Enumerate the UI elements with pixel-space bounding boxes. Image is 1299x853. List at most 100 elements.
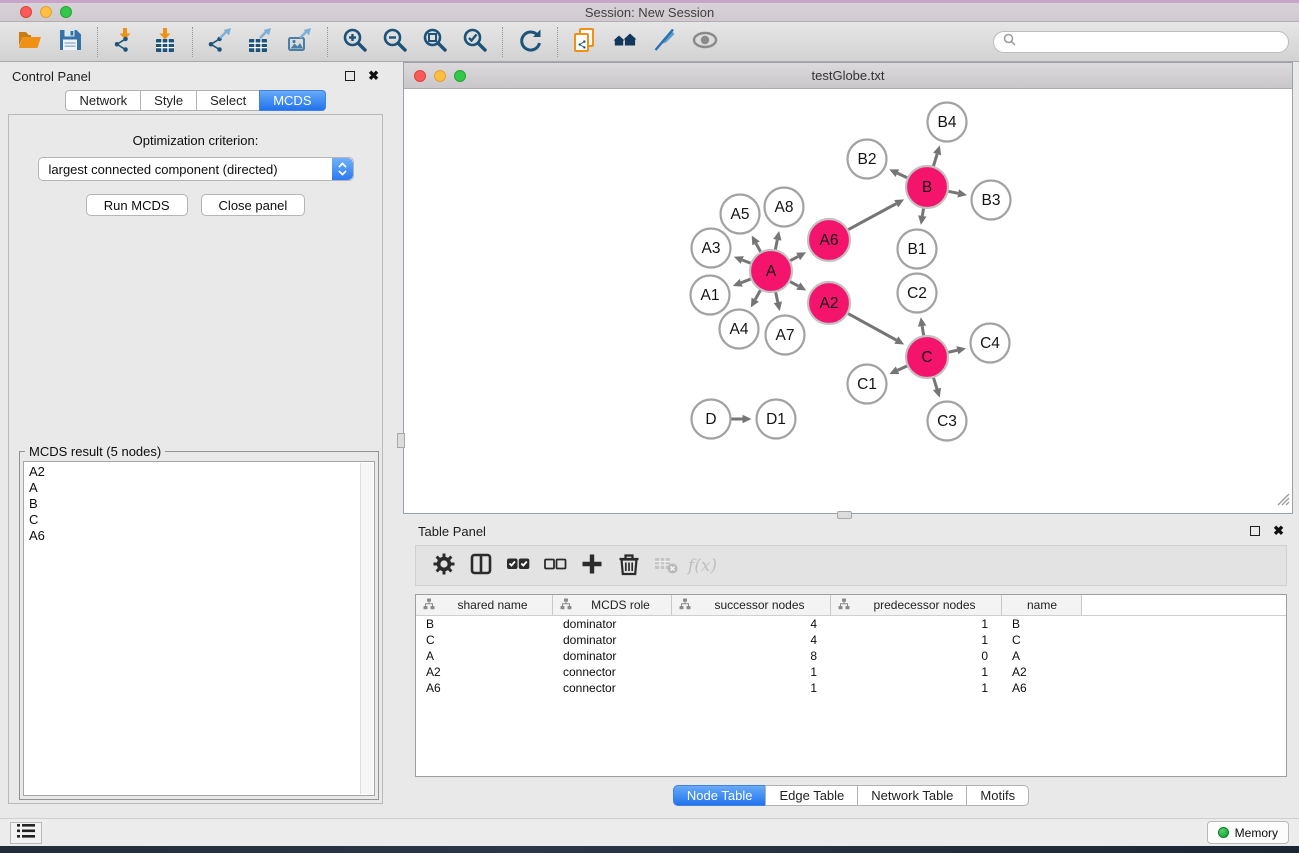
edge-A-A8[interactable] <box>775 240 777 251</box>
table-row[interactable]: Cdominator41C <box>416 632 1286 648</box>
trash-button[interactable] <box>610 549 647 583</box>
node-A5[interactable]: A5 <box>721 195 760 234</box>
node-B1[interactable]: B1 <box>898 230 937 269</box>
network-close-button[interactable] <box>414 70 426 82</box>
refresh-button[interactable] <box>510 25 550 59</box>
zoom-in-button[interactable] <box>335 25 375 59</box>
node-B3[interactable]: B3 <box>972 181 1011 220</box>
column-header-mcds-role[interactable]: MCDS role <box>553 595 672 615</box>
edge-C-C4[interactable] <box>947 350 957 352</box>
node-A4[interactable]: A4 <box>720 310 759 349</box>
network-minimize-button[interactable] <box>434 70 446 82</box>
close-panel-icon[interactable]: ✖ <box>368 71 379 81</box>
import-network-button[interactable] <box>105 25 145 59</box>
add-button[interactable] <box>573 549 610 583</box>
splitter-grip-left[interactable] <box>397 433 405 448</box>
tab-style[interactable]: Style <box>140 90 197 111</box>
column-header-successor-nodes[interactable]: successor nodes <box>672 595 831 615</box>
close-table-panel-icon[interactable]: ✖ <box>1273 526 1284 536</box>
node-C4[interactable]: C4 <box>971 324 1010 363</box>
node-A2[interactable]: A2 <box>808 282 850 324</box>
result-scrollbar[interactable] <box>360 463 373 794</box>
result-list-item[interactable]: A6 <box>29 528 374 544</box>
zoom-fit-button[interactable] <box>415 25 455 59</box>
table-row[interactable]: A2connector11A2 <box>416 664 1286 680</box>
network-canvas[interactable]: AA1A2A3A4A5A6A7A8BB1B2B3B4CC1C2C3C4DD1 <box>404 90 1292 513</box>
table-row[interactable]: A6connector11A6 <box>416 680 1286 696</box>
result-list-item[interactable]: B <box>29 496 374 512</box>
network-zoom-button[interactable] <box>454 70 466 82</box>
search-input[interactable] <box>1022 34 1279 49</box>
edge-B-B3[interactable] <box>948 191 959 193</box>
edge-A6-B[interactable] <box>847 204 896 230</box>
edge-A-A4[interactable] <box>755 289 761 299</box>
edge-B-B1[interactable] <box>922 208 923 216</box>
result-list-item[interactable]: A <box>29 480 374 496</box>
minimize-window-button[interactable] <box>40 6 52 18</box>
result-list-item[interactable]: A2 <box>29 464 374 480</box>
tab-network-table[interactable]: Network Table <box>857 785 967 806</box>
node-D1[interactable]: D1 <box>757 400 796 439</box>
export-image-button[interactable] <box>280 25 320 59</box>
resize-grip-icon[interactable] <box>1274 490 1290 511</box>
close-panel-button[interactable]: Close panel <box>201 194 306 216</box>
edge-A2-C[interactable] <box>847 313 896 340</box>
select-all-button[interactable] <box>499 549 536 583</box>
network-document-button[interactable] <box>565 25 605 59</box>
node-B4[interactable]: B4 <box>928 103 967 142</box>
open-folder-button[interactable] <box>10 25 50 59</box>
node-A7[interactable]: A7 <box>766 316 805 355</box>
run-mcds-button[interactable]: Run MCDS <box>86 194 188 216</box>
export-network-button[interactable] <box>200 25 240 59</box>
node-A6[interactable]: A6 <box>808 219 850 261</box>
node-D[interactable]: D <box>692 400 731 439</box>
edge-A-A3[interactable] <box>742 260 751 263</box>
node-A3[interactable]: A3 <box>692 229 731 268</box>
tab-mcds[interactable]: MCDS <box>259 90 325 111</box>
memory-button[interactable]: Memory <box>1207 821 1289 844</box>
column-header-shared-name[interactable]: shared name <box>416 595 553 615</box>
node-A[interactable]: A <box>750 250 792 292</box>
tab-network[interactable]: Network <box>65 90 141 111</box>
export-table-button[interactable] <box>240 25 280 59</box>
edge-C-C2[interactable] <box>922 326 924 336</box>
table-row[interactable]: Adominator80A <box>416 648 1286 664</box>
edge-A-A5[interactable] <box>756 243 761 252</box>
houses-button[interactable] <box>605 25 645 59</box>
node-C3[interactable]: C3 <box>928 402 967 441</box>
splitter-grip-bottom[interactable] <box>837 511 852 519</box>
float-panel-icon[interactable] <box>345 71 355 81</box>
edge-A-A1[interactable] <box>741 279 751 283</box>
edge-C-C3[interactable] <box>933 377 937 389</box>
zoom-selected-button[interactable] <box>455 25 495 59</box>
zoom-out-button[interactable] <box>375 25 415 59</box>
result-list-item[interactable]: C <box>29 512 374 528</box>
node-A8[interactable]: A8 <box>765 188 804 227</box>
save-button[interactable] <box>50 25 90 59</box>
task-history-button[interactable] <box>10 822 42 844</box>
tab-edge-table[interactable]: Edge Table <box>765 785 858 806</box>
pen-slash-button[interactable] <box>645 25 685 59</box>
edge-B-B2[interactable] <box>897 173 908 178</box>
edge-B-B4[interactable] <box>933 154 937 167</box>
columns-button[interactable] <box>462 549 499 583</box>
import-table-button[interactable] <box>145 25 185 59</box>
column-header-name[interactable]: name <box>1002 595 1082 615</box>
edge-C-C1[interactable] <box>898 366 908 371</box>
node-B[interactable]: B <box>906 166 948 208</box>
optimization-select[interactable]: largest connected component (directed) <box>38 157 354 181</box>
node-B2[interactable]: B2 <box>848 140 887 179</box>
node-A1[interactable]: A1 <box>691 276 730 315</box>
edge-A-A7[interactable] <box>775 292 777 303</box>
edge-A-A6[interactable] <box>790 256 799 261</box>
tab-motifs[interactable]: Motifs <box>966 785 1029 806</box>
tab-node-table[interactable]: Node Table <box>673 785 767 806</box>
float-table-panel-icon[interactable] <box>1250 526 1260 536</box>
zoom-window-button[interactable] <box>60 6 72 18</box>
node-C[interactable]: C <box>906 336 948 378</box>
table-row[interactable]: Bdominator41B <box>416 616 1286 632</box>
mcds-result-list[interactable]: A2ABCA6 <box>23 461 375 796</box>
deselect-all-button[interactable] <box>536 549 573 583</box>
edge-A-A2[interactable] <box>789 281 798 286</box>
eye-button[interactable] <box>685 25 725 59</box>
